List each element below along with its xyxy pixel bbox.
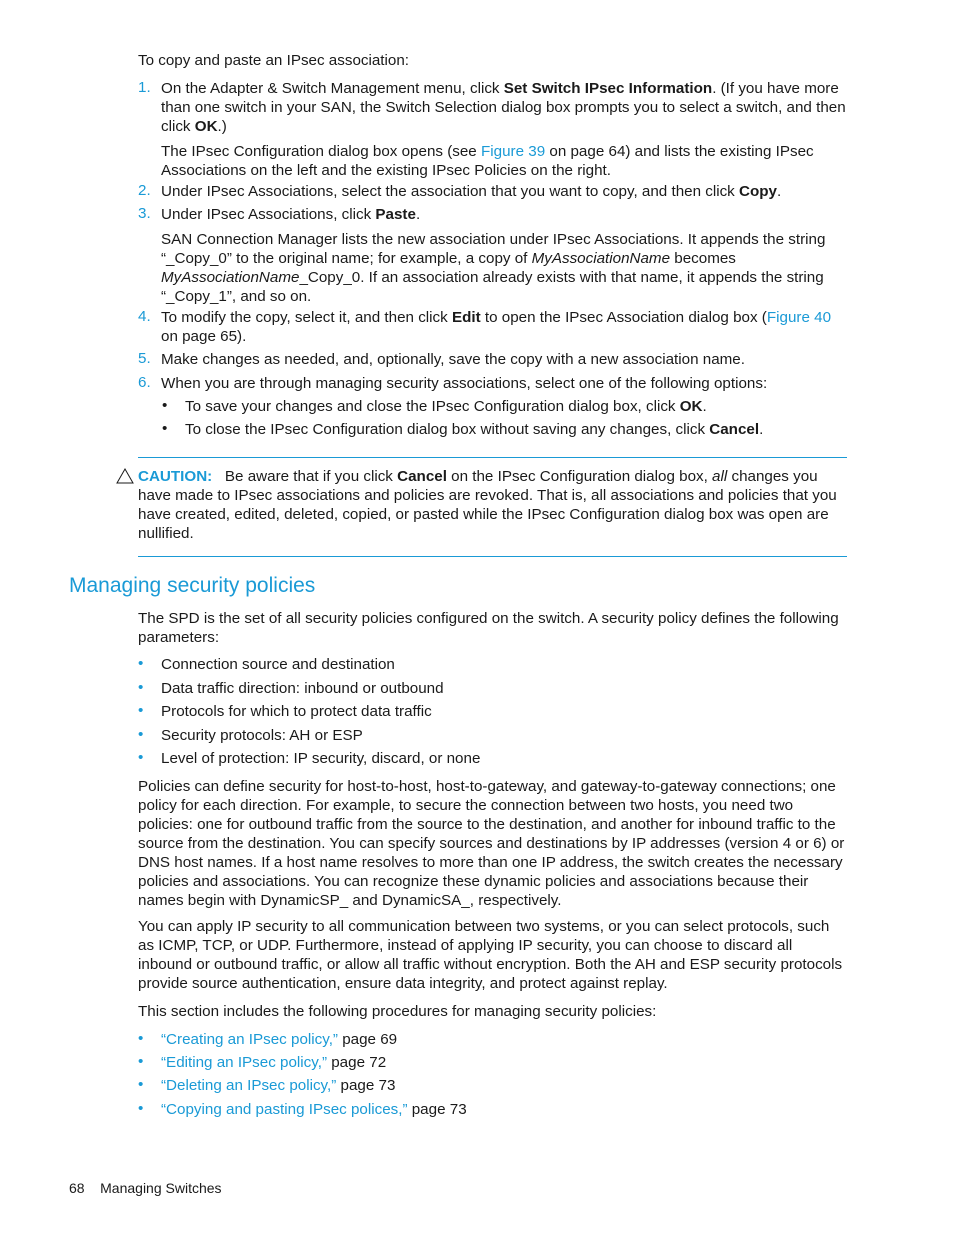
option-ok: • To save your changes and close the IPs… <box>162 397 707 415</box>
warning-triangle-icon <box>115 467 135 489</box>
step-6: 6. When you are through managing securit… <box>138 374 768 392</box>
caution-label: CAUTION: <box>138 468 213 485</box>
caution-bottom-rule <box>138 556 847 557</box>
procedure-item: • “Editing an IPsec policy,” page 72 <box>138 1053 387 1071</box>
caution-note: CAUTION: Be aware that if you click Canc… <box>138 468 837 542</box>
step-5: 5. Make changes as needed, and, optional… <box>138 350 745 368</box>
step-4: 4. To modify the copy, select it, and th… <box>138 308 832 345</box>
chapter-title: Managing Switches <box>100 1180 222 1196</box>
option-cancel: • To close the IPsec Configuration dialo… <box>162 420 764 438</box>
step-3: 3. Under IPsec Associations, click Paste… <box>138 205 826 305</box>
section-intro: The SPD is the set of all security polic… <box>138 610 839 646</box>
paragraph-procedures-intro: This section includes the following proc… <box>138 1003 657 1020</box>
param-item: • Data traffic direction: inbound or outb… <box>138 679 444 697</box>
param-item: • Level of protection: IP security, disca… <box>138 749 481 767</box>
param-item: • Protocols for which to protect data tra… <box>138 702 432 720</box>
editing-policy-link[interactable]: “Editing an IPsec policy,” <box>161 1054 327 1071</box>
param-item: • Connection source and destination <box>138 655 395 673</box>
menu-item-ref: Set Switch IPsec Information <box>503 80 713 97</box>
caution-top-rule <box>138 457 847 458</box>
procedure-item: • “Deleting an IPsec policy,” page 73 <box>138 1076 396 1094</box>
intro-text: To copy and paste an IPsec association: <box>138 52 410 69</box>
step-2: 2. Under IPsec Associations, select the … <box>138 182 782 200</box>
param-item: • Security protocols: AH or ESP <box>138 726 363 744</box>
creating-policy-link[interactable]: “Creating an IPsec policy,” <box>161 1031 338 1048</box>
paragraph-ip-security: You can apply IP security to all communi… <box>138 918 843 992</box>
paragraph-policies: Policies can define security for host-to… <box>138 778 845 909</box>
step-number: 1. <box>138 79 151 96</box>
copying-policy-link[interactable]: “Copying and pasting IPsec polices,” <box>161 1101 408 1118</box>
figure-40-link[interactable]: Figure 40 <box>767 309 831 326</box>
deleting-policy-link[interactable]: “Deleting an IPsec policy,” <box>161 1077 336 1094</box>
procedure-item: • “Copying and pasting IPsec polices,” pa… <box>138 1100 467 1118</box>
page-footer: 68 Managing Switches <box>69 1180 222 1196</box>
step-1: 1. On the Adapter & Switch Management me… <box>138 79 846 179</box>
page-number: 68 <box>69 1180 85 1196</box>
section-heading: Managing security policies <box>69 574 316 597</box>
procedure-item: • “Creating an IPsec policy,” page 69 <box>138 1030 398 1048</box>
figure-39-link[interactable]: Figure 39 <box>481 143 545 160</box>
